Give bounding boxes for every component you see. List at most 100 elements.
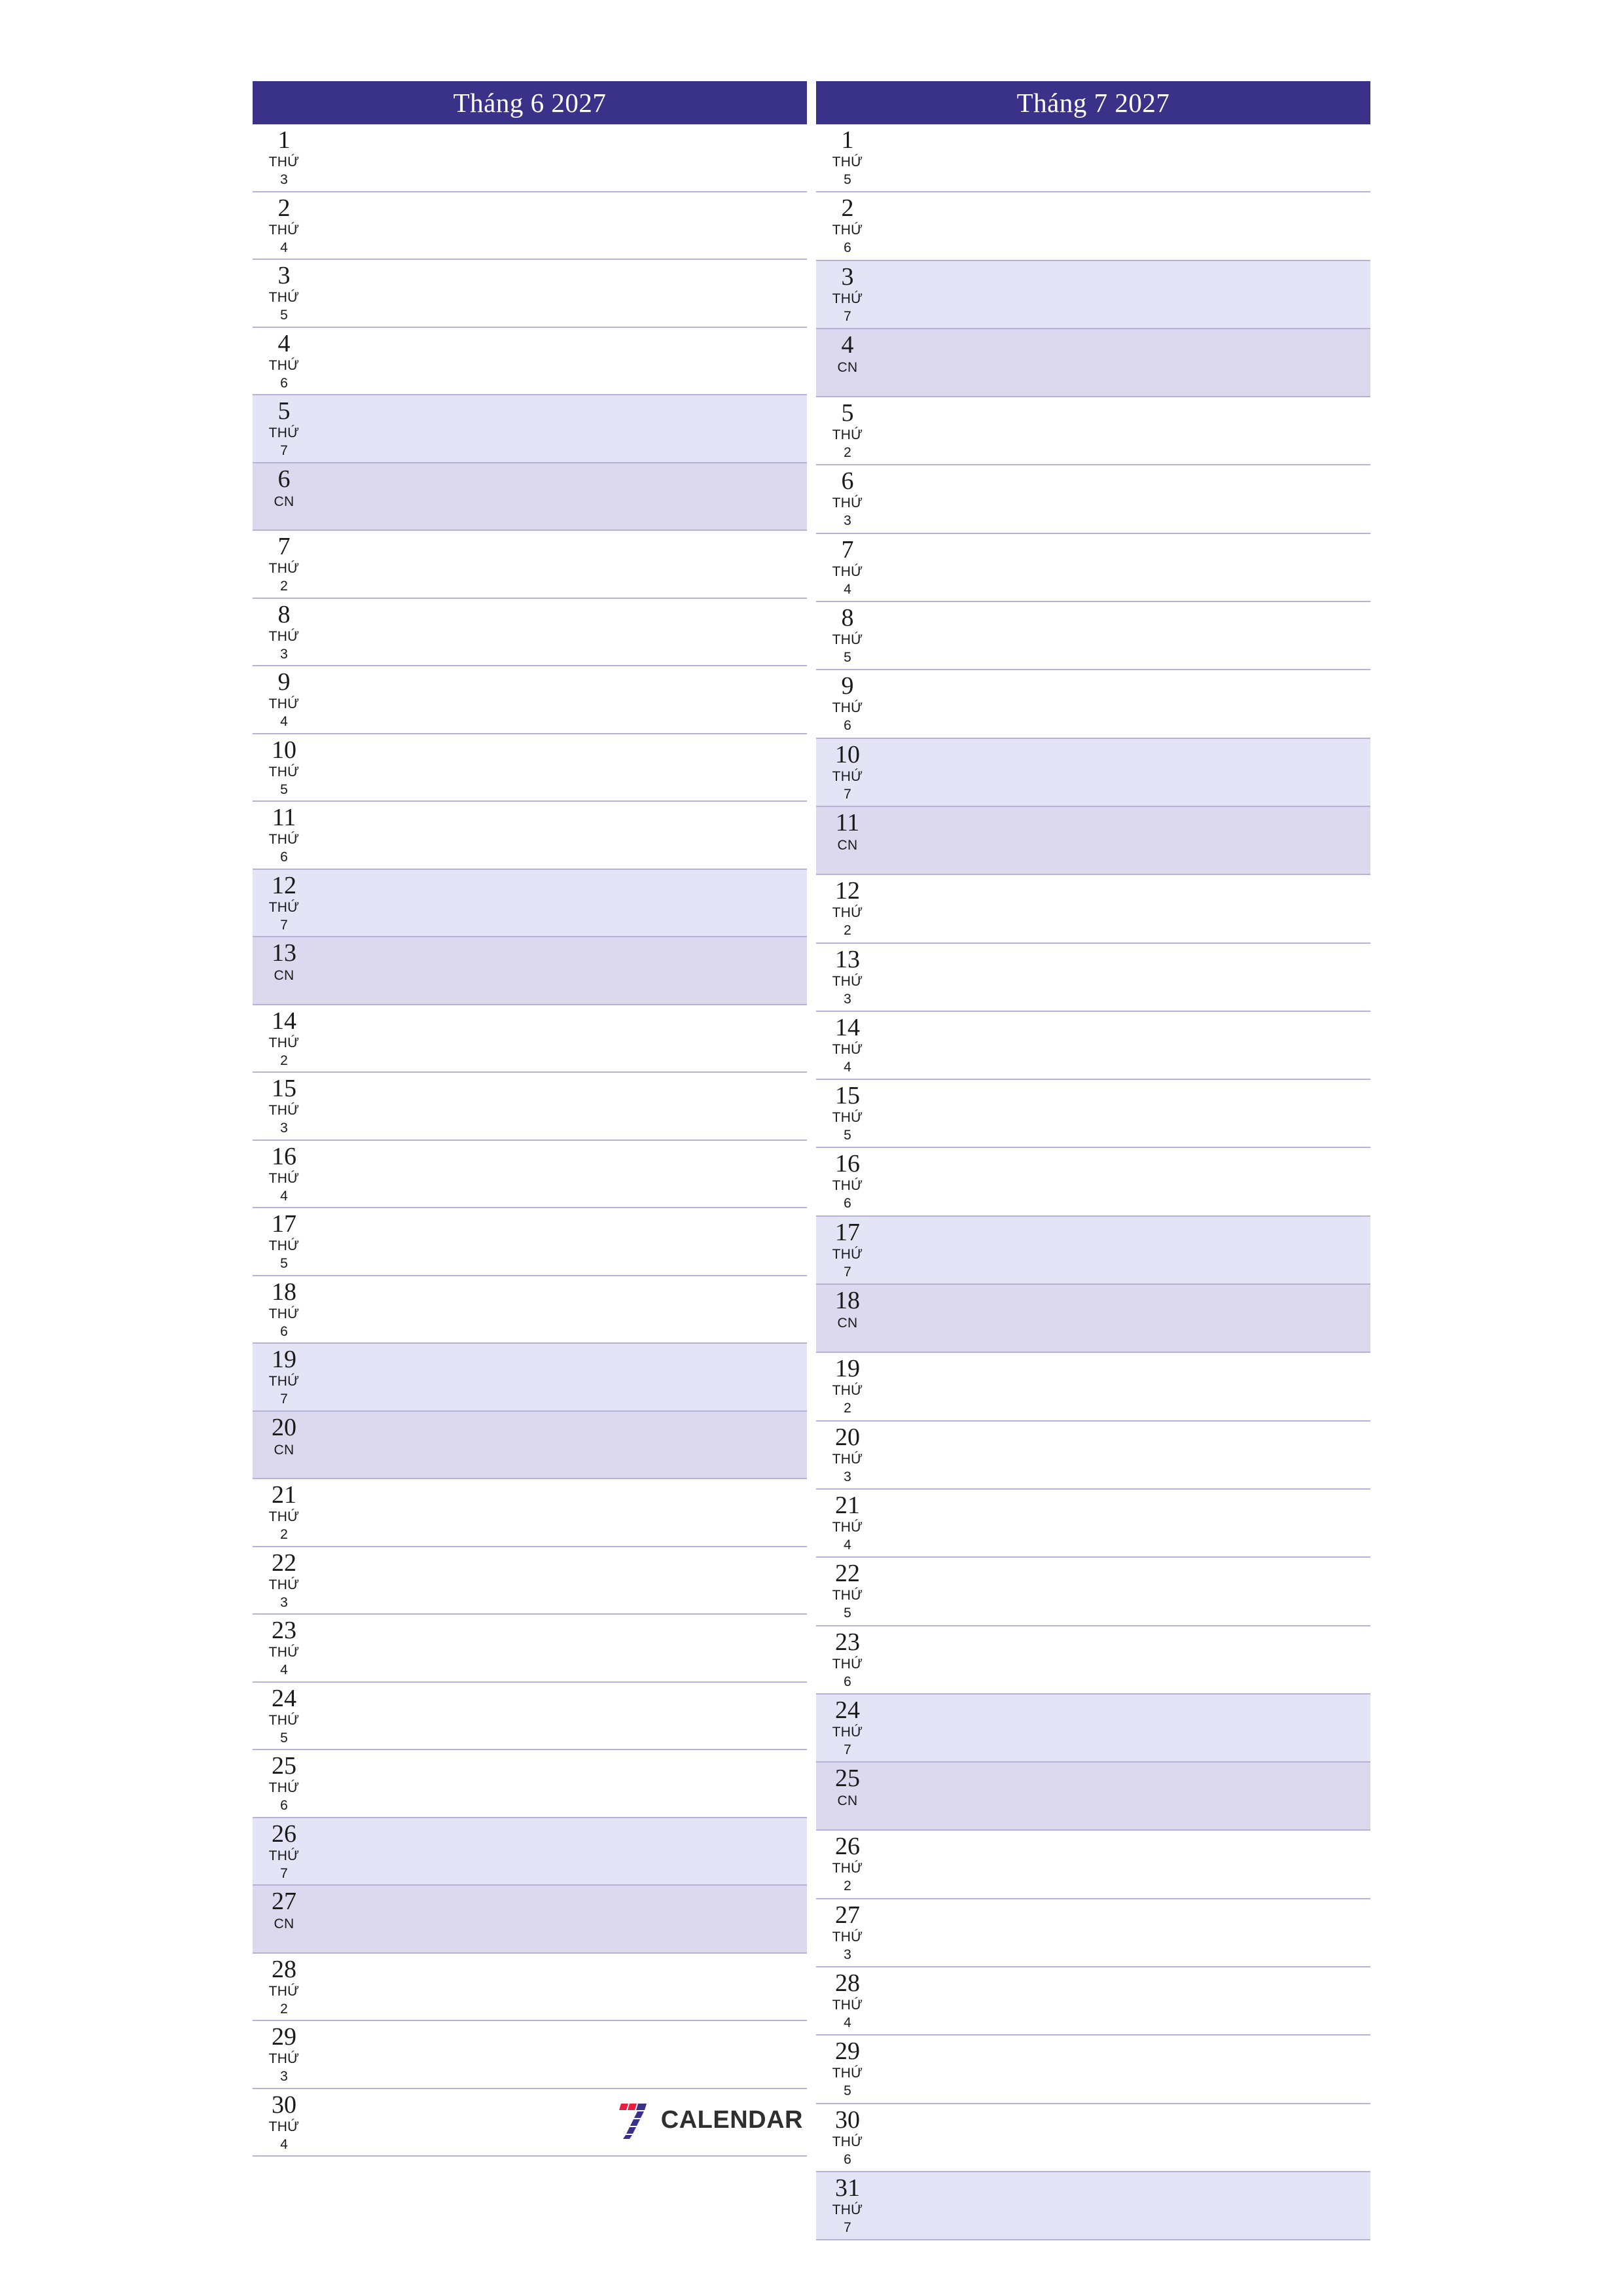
day-notes-area[interactable] <box>315 124 807 191</box>
day-row[interactable]: 22 THỨ 3 <box>253 1547 807 1615</box>
day-row[interactable]: 15 THỨ 5 <box>816 1080 1370 1149</box>
day-notes-area[interactable] <box>879 1763 1370 1829</box>
day-row[interactable]: 5 THỨ 7 <box>253 395 807 463</box>
day-row[interactable]: 12 THỨ 2 <box>816 875 1370 944</box>
day-notes-area[interactable] <box>315 1344 807 1410</box>
day-notes-area[interactable] <box>879 124 1370 191</box>
day-notes-area[interactable] <box>315 1208 807 1275</box>
day-notes-area[interactable] <box>315 1818 807 1885</box>
day-row[interactable]: 26 THỨ 2 <box>816 1831 1370 1899</box>
day-notes-area[interactable] <box>315 192 807 259</box>
day-row[interactable]: 4 CN <box>816 329 1370 398</box>
day-row[interactable]: 19 THỨ 7 <box>253 1344 807 1412</box>
day-row[interactable]: 4 THỨ 6 <box>253 327 807 395</box>
day-row[interactable]: 8 THỨ 3 <box>253 598 807 666</box>
day-notes-area[interactable] <box>315 531 807 598</box>
day-row[interactable]: 12 THỨ 7 <box>253 869 807 937</box>
day-notes-area[interactable] <box>879 739 1370 806</box>
day-row[interactable]: 2 THỨ 6 <box>816 192 1370 261</box>
day-notes-area[interactable] <box>879 1831 1370 1897</box>
day-notes-area[interactable] <box>315 1750 807 1817</box>
day-row[interactable]: 19 THỨ 2 <box>816 1353 1370 1422</box>
day-notes-area[interactable] <box>879 1217 1370 1283</box>
day-row[interactable]: 29 THỨ 5 <box>816 2036 1370 2104</box>
day-row[interactable]: 27 CN <box>253 1886 807 1954</box>
day-row[interactable]: 15 THỨ 3 <box>253 1073 807 1141</box>
day-notes-area[interactable] <box>879 2036 1370 2102</box>
day-notes-area[interactable] <box>315 1005 807 1072</box>
day-notes-area[interactable] <box>315 395 807 462</box>
day-row[interactable]: 25 THỨ 6 <box>253 1750 807 1818</box>
day-row[interactable]: 27 THỨ 3 <box>816 1899 1370 1968</box>
day-notes-area[interactable] <box>879 1899 1370 1966</box>
day-notes-area[interactable] <box>879 2172 1370 2239</box>
day-notes-area[interactable] <box>879 534 1370 601</box>
day-row[interactable]: 1 THỨ 5 <box>816 124 1370 193</box>
day-notes-area[interactable] <box>315 1954 807 2020</box>
day-notes-area[interactable] <box>879 192 1370 259</box>
day-notes-area[interactable] <box>879 1353 1370 1420</box>
day-notes-area[interactable] <box>879 1490 1370 1556</box>
day-notes-area[interactable] <box>315 260 807 327</box>
day-row[interactable]: 31 THỨ 7 <box>816 2172 1370 2241</box>
day-row[interactable]: 17 THỨ 7 <box>816 1216 1370 1285</box>
day-row[interactable]: 23 THỨ 4 <box>253 1615 807 1683</box>
day-notes-area[interactable] <box>879 807 1370 874</box>
day-row[interactable]: 14 THỨ 2 <box>253 1005 807 1073</box>
day-row[interactable]: 10 THỨ 5 <box>253 734 807 802</box>
day-notes-area[interactable] <box>315 463 807 530</box>
day-notes-area[interactable] <box>879 1695 1370 1761</box>
day-row[interactable]: 18 THỨ 6 <box>253 1276 807 1344</box>
day-notes-area[interactable] <box>879 1626 1370 1693</box>
day-row[interactable]: 24 THỨ 7 <box>816 1694 1370 1763</box>
day-row[interactable]: 18 CN <box>816 1285 1370 1354</box>
day-row[interactable]: 25 CN <box>816 1763 1370 1831</box>
day-row[interactable]: 16 THỨ 4 <box>253 1140 807 1208</box>
day-row[interactable]: 5 THỨ 2 <box>816 397 1370 466</box>
day-notes-area[interactable] <box>879 1967 1370 2034</box>
day-notes-area[interactable] <box>315 1412 807 1479</box>
day-row[interactable]: 29 THỨ 3 <box>253 2021 807 2089</box>
day-notes-area[interactable] <box>879 602 1370 669</box>
day-row[interactable]: 11 THỨ 6 <box>253 802 807 870</box>
day-row[interactable]: 20 CN <box>253 1411 807 1479</box>
day-row[interactable]: 6 THỨ 3 <box>816 465 1370 534</box>
day-notes-area[interactable] <box>879 397 1370 464</box>
day-row[interactable]: 24 THỨ 5 <box>253 1682 807 1750</box>
day-notes-area[interactable] <box>315 1615 807 1681</box>
day-row[interactable]: 3 THỨ 5 <box>253 260 807 328</box>
day-notes-area[interactable] <box>879 329 1370 396</box>
day-notes-area[interactable] <box>879 1558 1370 1624</box>
day-row[interactable]: 13 CN <box>253 937 807 1005</box>
day-notes-area[interactable] <box>315 666 807 733</box>
day-row[interactable]: 3 THỨ 7 <box>816 260 1370 329</box>
day-notes-area[interactable] <box>315 1683 807 1749</box>
day-notes-area[interactable] <box>315 937 807 1004</box>
day-row[interactable]: 20 THỨ 3 <box>816 1421 1370 1490</box>
day-row[interactable]: 10 THỨ 7 <box>816 738 1370 807</box>
day-notes-area[interactable] <box>315 802 807 869</box>
day-notes-area[interactable] <box>315 1479 807 1546</box>
day-row[interactable]: 26 THỨ 7 <box>253 1818 807 1886</box>
day-notes-area[interactable] <box>879 1080 1370 1147</box>
day-row[interactable]: 13 THỨ 3 <box>816 943 1370 1012</box>
day-row[interactable]: 7 THỨ 4 <box>816 533 1370 603</box>
day-notes-area[interactable] <box>315 328 807 395</box>
day-notes-area[interactable] <box>879 1422 1370 1488</box>
day-row[interactable]: 9 THỨ 6 <box>816 670 1370 739</box>
day-notes-area[interactable] <box>879 1148 1370 1215</box>
day-row[interactable]: 9 THỨ 4 <box>253 666 807 734</box>
day-notes-area[interactable] <box>879 1012 1370 1079</box>
day-row[interactable]: 6 CN <box>253 463 807 531</box>
day-notes-area[interactable] <box>315 2021 807 2088</box>
day-notes-area[interactable] <box>879 670 1370 737</box>
day-notes-area[interactable] <box>315 599 807 666</box>
day-row[interactable]: 2 THỨ 4 <box>253 192 807 260</box>
day-notes-area[interactable] <box>315 1141 807 1208</box>
day-notes-area[interactable] <box>879 465 1370 532</box>
day-row[interactable]: 16 THỨ 6 <box>816 1148 1370 1217</box>
day-notes-area[interactable] <box>879 944 1370 1011</box>
day-row[interactable]: 21 THỨ 4 <box>816 1489 1370 1558</box>
day-notes-area[interactable] <box>879 261 1370 328</box>
day-notes-area[interactable] <box>879 1285 1370 1352</box>
